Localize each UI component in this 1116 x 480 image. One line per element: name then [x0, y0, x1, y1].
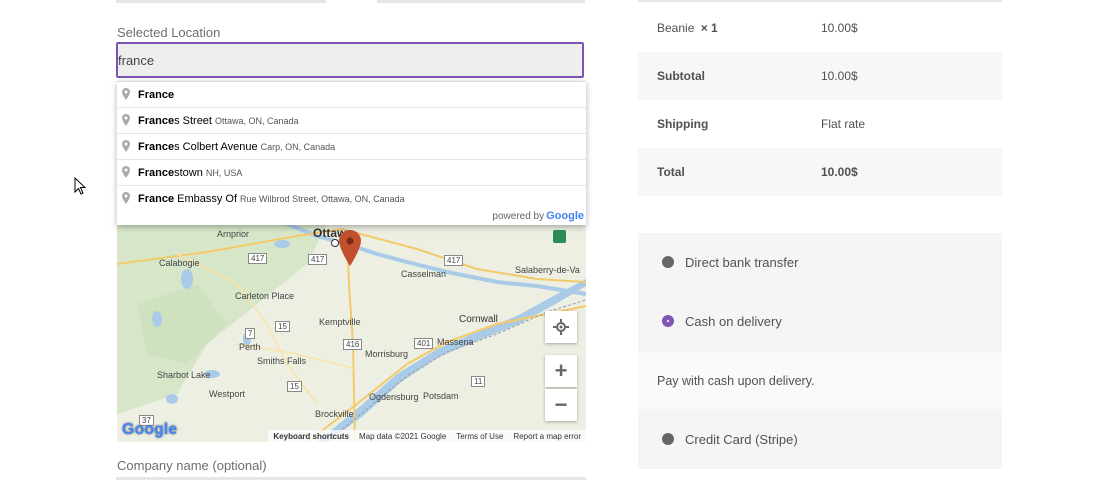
order-item-row: Beanie × 1 10.00$ — [638, 4, 1002, 52]
shipping-label: Shipping — [657, 117, 709, 131]
route-shield: 417 — [248, 253, 268, 264]
subtotal-label: Subtotal — [657, 69, 705, 83]
autocomplete-item[interactable]: Frances Street Ottawa, ON, Canada — [117, 108, 586, 134]
route-shield: 7 — [245, 328, 256, 339]
subtotal-value: 10.00$ — [821, 69, 858, 83]
payment-methods: Direct bank transfer Cash on delivery Pa… — [638, 233, 1002, 469]
autocomplete-item[interactable]: Francestown NH, USA — [117, 160, 586, 186]
google-logo: Google — [546, 210, 584, 222]
powered-by-google: powered by Google — [492, 209, 584, 223]
map-label-salaberry: Salaberry-de-Va — [515, 265, 580, 275]
map-label-perth: Perth — [239, 342, 261, 352]
map-marker-icon — [122, 87, 132, 102]
map-footer: Keyboard shortcuts Map data ©2021 Google… — [268, 430, 586, 442]
radio-button[interactable] — [662, 433, 674, 445]
order-top-edge — [638, 0, 1002, 2]
route-shield: 15 — [287, 381, 302, 392]
map-label-cornwall: Cornwall — [459, 314, 498, 325]
map-marker-icon — [122, 139, 132, 154]
route-shield: 416 — [343, 339, 363, 350]
autocomplete-secondary: Ottawa, ON, Canada — [214, 115, 299, 126]
item-price: 10.00$ — [821, 21, 858, 35]
google-watermark: Google — [122, 421, 178, 438]
location-map[interactable]: Arnprior Ottawa Calabogie Casselman Sala… — [117, 224, 586, 442]
route-shield: 417 — [444, 255, 464, 266]
autocomplete-rest: s Colbert Avenue — [174, 140, 258, 153]
route-shield: 11 — [471, 376, 486, 387]
map-label-calabogie: Calabogie — [159, 258, 200, 268]
map-label-potsdam: Potsdam — [423, 391, 459, 401]
city-marker — [331, 239, 339, 247]
payment-method-cash-on-delivery[interactable]: Cash on delivery — [638, 292, 1002, 350]
map-data-text: Map data ©2021 Google — [358, 431, 447, 441]
map-label-brockville: Brockville — [315, 409, 354, 419]
autocomplete-match: France — [138, 192, 175, 205]
map-label-arnprior: Arnprior — [217, 229, 250, 239]
prev-field-left-edge — [116, 0, 326, 3]
autocomplete-match: France — [138, 114, 175, 127]
total-row: Total 10.00$ — [638, 148, 1002, 196]
zoom-out-button[interactable]: − — [545, 389, 577, 421]
map-pin-icon[interactable] — [339, 230, 361, 271]
terms-link[interactable]: Terms of Use — [456, 432, 503, 441]
location-search-input[interactable] — [116, 42, 584, 78]
my-location-button[interactable] — [545, 311, 577, 343]
cod-description-text: Pay with cash upon delivery. — [657, 373, 815, 388]
map-label-ogdensburg: Ogdensburg — [369, 392, 419, 402]
shipping-value: Flat rate — [821, 117, 866, 131]
route-shield: 417 — [308, 254, 328, 265]
prev-field-right-edge — [377, 0, 585, 3]
autocomplete-secondary: NH, USA — [205, 167, 243, 178]
radio-button-selected[interactable] — [662, 315, 674, 327]
map-label-carleton-place: Carleton Place — [235, 291, 295, 301]
map-marker-icon — [122, 165, 132, 180]
payment-method-bank-transfer[interactable]: Direct bank transfer — [638, 233, 1002, 291]
map-label-westport: Westport — [209, 389, 245, 399]
autocomplete-item[interactable]: France Embassy Of Rue Wilbrod Street, Ot… — [117, 186, 586, 211]
autocomplete-secondary: Rue Wilbrod Street, Ottawa, ON, Canada — [240, 193, 405, 204]
autocomplete-rest: stown — [174, 166, 203, 179]
zoom-in-button[interactable]: + — [545, 355, 577, 387]
payment-method-stripe[interactable]: Credit Card (Stripe) — [638, 410, 1002, 468]
map-marker-icon — [122, 113, 132, 128]
autocomplete-item[interactable]: France — [117, 82, 586, 108]
total-value: 10.00$ — [821, 165, 858, 179]
selected-location-label: Selected Location — [117, 25, 221, 40]
subtotal-row: Subtotal 10.00$ — [638, 52, 1002, 100]
payment-method-label: Credit Card (Stripe) — [685, 431, 798, 447]
map-label-sharbot-lake: Sharbot Lake — [157, 370, 211, 380]
map-label-massena: Massena — [437, 337, 474, 347]
payment-method-label: Cash on delivery — [685, 313, 782, 329]
map-label-casselman: Casselman — [401, 269, 447, 279]
park-marker-icon — [553, 230, 566, 243]
autocomplete-match: France — [138, 166, 175, 179]
cod-description: Pay with cash upon delivery. — [638, 352, 1002, 409]
map-label-smiths-falls: Smiths Falls — [257, 356, 307, 366]
route-shield: 15 — [275, 321, 290, 332]
powered-by-text: powered by — [492, 210, 545, 222]
radio-button[interactable] — [662, 256, 674, 268]
route-shield: 401 — [414, 338, 434, 349]
keyboard-shortcuts-link[interactable]: Keyboard shortcuts — [273, 432, 349, 441]
report-error-link[interactable]: Report a map error — [513, 432, 581, 441]
location-autocomplete-dropdown: France Frances Street Ottawa, ON, Canada… — [117, 81, 586, 225]
company-name-label: Company name (optional) — [117, 458, 267, 473]
item-quantity: × 1 — [700, 21, 718, 35]
map-label-morrisburg: Morrisburg — [365, 349, 409, 359]
autocomplete-match: France — [138, 140, 175, 153]
shipping-row: Shipping Flat rate — [638, 100, 1002, 148]
autocomplete-rest: Embassy Of — [174, 192, 238, 205]
autocomplete-rest: s Street — [174, 114, 212, 127]
autocomplete-item[interactable]: Frances Colbert Avenue Carp, ON, Canada — [117, 134, 586, 160]
map-marker-icon — [122, 191, 132, 206]
item-name: Beanie — [657, 21, 695, 35]
map-label-kemptville: Kemptville — [319, 317, 361, 327]
mouse-cursor-icon — [74, 176, 87, 200]
total-label: Total — [657, 165, 685, 179]
autocomplete-match: France — [138, 88, 175, 101]
autocomplete-secondary: Carp, ON, Canada — [260, 141, 336, 152]
crosshair-icon — [553, 319, 569, 335]
payment-method-label: Direct bank transfer — [685, 254, 799, 270]
